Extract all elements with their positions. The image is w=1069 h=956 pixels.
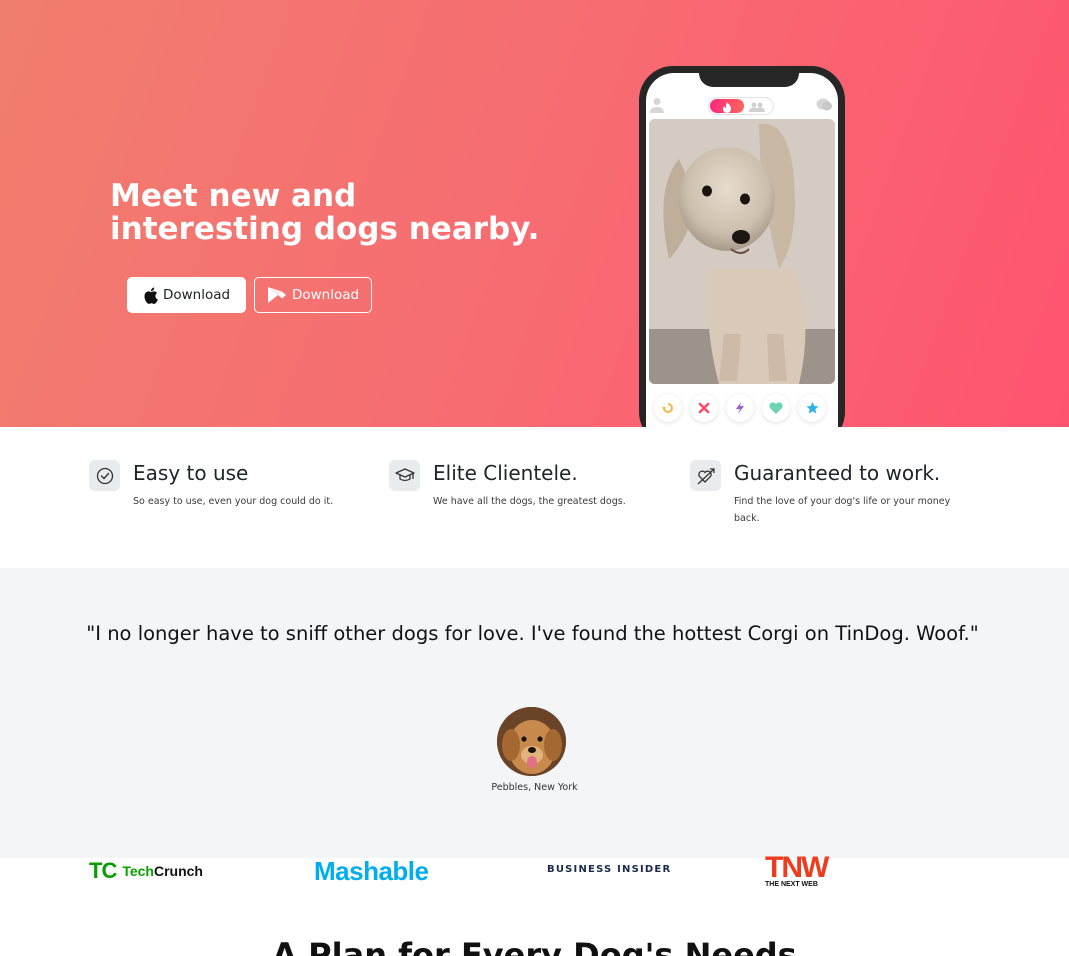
testimonial-quote: "I no longer have to sniff other dogs fo… xyxy=(86,622,979,645)
feature-text: Find the love of your dog's life or your… xyxy=(734,496,951,524)
feature-title: Easy to use xyxy=(133,461,249,485)
group-icon xyxy=(749,102,765,112)
hero-title: Meet new and interesting dogs nearby. xyxy=(110,178,540,247)
phone-notch xyxy=(699,73,799,87)
feature-title: Guaranteed to work. xyxy=(734,461,941,485)
testimonial-section: "I no longer have to sniff other dogs fo… xyxy=(0,568,1069,858)
tnw-logo: TNW THE NEXT WEB xyxy=(765,851,847,889)
techcrunch-word-a: Tech xyxy=(122,863,154,879)
techcrunch-word-b: Crunch xyxy=(153,863,203,879)
techcrunch-mark: TC xyxy=(89,858,117,883)
hero-section: Meet new and interesting dogs nearby. Do… xyxy=(0,0,1069,427)
feature-text: We have all the dogs, the greatest dogs. xyxy=(433,496,626,507)
boost-icon xyxy=(726,394,754,422)
mode-toggle xyxy=(708,97,774,115)
press-logos: TC TechCrunch Mashable BUSINESS INSIDER … xyxy=(0,851,1069,906)
rewind-icon xyxy=(654,394,682,422)
feature-title: Elite Clientele. xyxy=(433,461,578,485)
tnw-subtitle: THE NEXT WEB xyxy=(765,881,818,888)
phone-screen xyxy=(646,73,838,427)
techcrunch-wordmark: TechCrunch xyxy=(122,863,203,879)
flame-icon xyxy=(723,102,731,113)
google-play-icon xyxy=(267,286,287,304)
superlike-icon xyxy=(798,394,826,422)
feature-text: So easy to use, even your dog could do i… xyxy=(133,496,334,507)
check-circle-icon xyxy=(89,460,120,491)
chat-icon xyxy=(816,98,832,111)
apple-icon xyxy=(143,287,158,304)
techcrunch-logo: TC TechCrunch xyxy=(89,860,203,882)
flame-toggle xyxy=(710,99,744,113)
like-icon xyxy=(762,394,790,422)
apple-download-label: Download xyxy=(162,287,231,303)
graduation-cap-icon xyxy=(389,460,420,491)
dog-photo-card xyxy=(649,119,835,384)
tnw-mark: TNW xyxy=(765,851,829,884)
google-play-download-button[interactable]: Download xyxy=(254,277,372,313)
heart-arrow-icon xyxy=(690,460,721,491)
google-play-download-label: Download xyxy=(291,287,360,303)
profile-icon xyxy=(650,98,664,113)
testimonial-author: Pebbles, New York xyxy=(491,782,578,793)
phone-mockup xyxy=(639,66,845,427)
dog-photo xyxy=(649,119,835,384)
nope-icon xyxy=(690,394,718,422)
business-insider-logo: BUSINESS INSIDER xyxy=(547,864,672,875)
phone-topbar xyxy=(646,95,838,117)
mashable-logo: Mashable xyxy=(314,856,429,886)
avatar xyxy=(497,707,566,776)
pricing-title: A Plan for Every Dog's Needs xyxy=(272,936,797,956)
phone-action-row xyxy=(646,394,838,426)
apple-download-button[interactable]: Download xyxy=(127,277,246,313)
